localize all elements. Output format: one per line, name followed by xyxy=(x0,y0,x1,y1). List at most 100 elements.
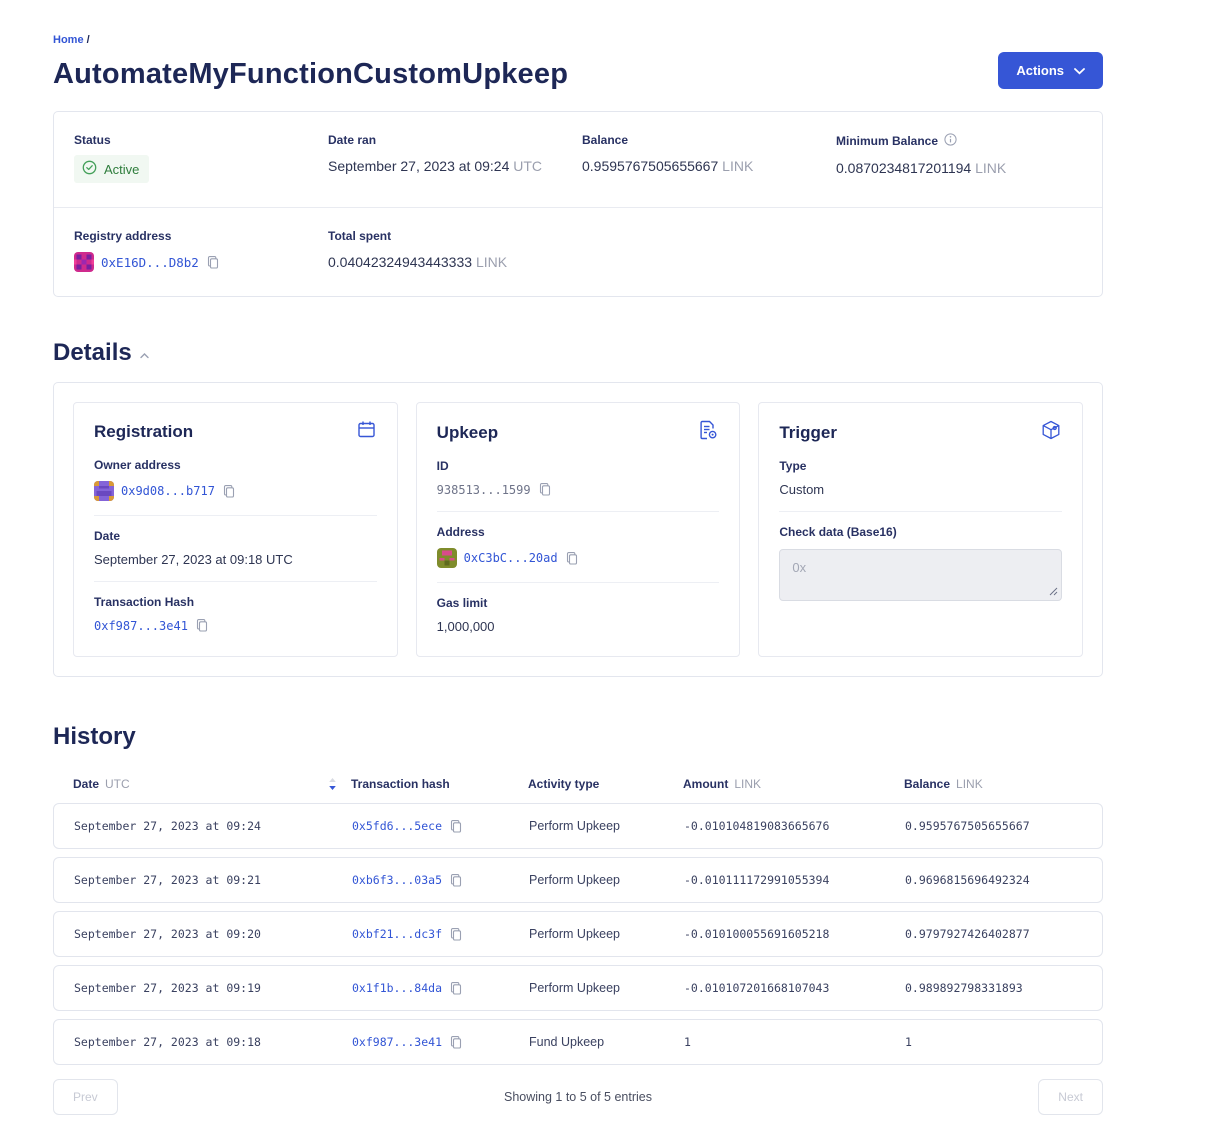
row-amount: 1 xyxy=(684,1035,905,1049)
row-activity-type: Perform Upkeep xyxy=(529,927,684,941)
min-balance-label: Minimum Balance xyxy=(836,134,938,148)
breadcrumb-separator: / xyxy=(87,34,90,46)
column-date-label: Date xyxy=(73,777,99,791)
row-tx-hash-link[interactable]: 0xf987...3e41 xyxy=(352,1035,442,1049)
row-activity-type: Perform Upkeep xyxy=(529,819,684,833)
upkeep-address-identicon xyxy=(437,548,457,568)
info-icon[interactable] xyxy=(944,133,957,149)
sort-arrows-icon[interactable] xyxy=(328,777,337,791)
pagination: Prev Showing 1 to 5 of 5 entries Next xyxy=(53,1079,1103,1127)
copy-icon[interactable] xyxy=(449,873,463,888)
actions-button[interactable]: Actions xyxy=(998,52,1103,89)
status-cell: Status Active xyxy=(54,133,308,183)
upkeep-id-value: 938513...1599 xyxy=(437,483,531,497)
column-date-unit: UTC xyxy=(105,777,130,791)
upkeep-address-label: Address xyxy=(437,525,720,539)
owner-identicon xyxy=(94,481,114,501)
row-amount: -0.010100055691605218 xyxy=(684,927,905,941)
column-amount[interactable]: Amount LINK xyxy=(683,777,904,791)
balance-cell: Balance 0.9595767505655667 LINK xyxy=(562,133,816,183)
history-row: September 27, 2023 at 09:210xb6f3...03a5… xyxy=(53,857,1103,903)
copy-icon[interactable] xyxy=(449,981,463,996)
row-tx-hash-link[interactable]: 0x5fd6...5ece xyxy=(352,819,442,833)
history-rows: September 27, 2023 at 09:240x5fd6...5ece… xyxy=(53,803,1103,1065)
column-balance[interactable]: Balance LINK xyxy=(904,777,1103,791)
total-spent-value: 0.04042324943443333 xyxy=(328,254,472,270)
row-balance: 0.989892798331893 xyxy=(905,981,1102,995)
copy-icon[interactable] xyxy=(195,618,209,633)
total-spent-unit: LINK xyxy=(476,254,507,270)
min-balance-value: 0.0870234817201194 xyxy=(836,160,971,176)
next-button[interactable]: Next xyxy=(1038,1079,1103,1115)
transaction-hash-field: Transaction Hash 0xf987...3e41 xyxy=(94,582,377,637)
total-spent-cell: Total spent 0.04042324943443333 LINK xyxy=(308,229,562,272)
column-transaction-hash[interactable]: Transaction hash xyxy=(351,777,528,791)
row-tx-hash-link[interactable]: 0xbf21...dc3f xyxy=(352,927,442,941)
row-balance: 0.9696815696492324 xyxy=(905,873,1102,887)
cube-icon xyxy=(1040,419,1062,446)
history-row: September 27, 2023 at 09:190x1f1b...84da… xyxy=(53,965,1103,1011)
check-data-field: Check data (Base16) xyxy=(779,512,1062,610)
column-activity-type[interactable]: Activity type xyxy=(528,777,683,791)
row-amount: -0.010111172991055394 xyxy=(684,873,905,887)
copy-icon[interactable] xyxy=(449,1035,463,1050)
copy-icon[interactable] xyxy=(538,482,552,497)
row-tx-hash-link[interactable]: 0x1f1b...84da xyxy=(352,981,442,995)
pagination-summary: Showing 1 to 5 of 5 entries xyxy=(504,1090,652,1104)
calendar-icon xyxy=(356,419,377,445)
status-label: Status xyxy=(74,133,308,147)
copy-icon[interactable] xyxy=(449,819,463,834)
check-data-label: Check data (Base16) xyxy=(779,525,1062,539)
row-tx-hash-link[interactable]: 0xb6f3...03a5 xyxy=(352,873,442,887)
chevron-down-icon xyxy=(1074,63,1085,78)
registry-address-link[interactable]: 0xE16D...D8b2 xyxy=(101,255,199,270)
row-date: September 27, 2023 at 09:21 xyxy=(74,873,352,887)
history-table-header: Date UTC Transaction hash Activity type … xyxy=(53,765,1103,803)
row-date: September 27, 2023 at 09:20 xyxy=(74,927,352,941)
trigger-title: Trigger xyxy=(779,423,837,443)
check-data-input[interactable] xyxy=(779,549,1062,601)
copy-icon[interactable] xyxy=(222,484,236,499)
details-heading: Details xyxy=(53,339,132,367)
check-circle-icon xyxy=(82,160,97,178)
history-heading: History xyxy=(53,723,136,751)
registration-card: Registration Owner address 0x9d08...b717 xyxy=(73,402,398,657)
breadcrumb-home-link[interactable]: Home xyxy=(53,34,84,46)
chevron-up-icon[interactable] xyxy=(140,353,149,359)
owner-address-link[interactable]: 0x9d08...b717 xyxy=(121,484,215,498)
upkeep-address-field: Address 0xC3bC...20ad xyxy=(437,512,720,583)
registry-identicon xyxy=(74,252,94,272)
row-activity-type: Perform Upkeep xyxy=(529,981,684,995)
date-ran-cell: Date ran September 27, 2023 at 09:24 UTC xyxy=(308,133,562,183)
upkeep-id-field: ID 938513...1599 xyxy=(437,446,720,512)
gas-limit-label: Gas limit xyxy=(437,596,720,610)
page-container: Home/ AutomateMyFunctionCustomUpkeep Act… xyxy=(53,0,1103,1127)
date-ran-utc: UTC xyxy=(513,158,542,174)
row-activity-type: Perform Upkeep xyxy=(529,873,684,887)
column-date[interactable]: Date UTC xyxy=(73,777,351,791)
details-panel: Registration Owner address 0x9d08...b717 xyxy=(53,382,1103,677)
date-ran-value: September 27, 2023 at 09:24 xyxy=(328,158,509,174)
min-balance-cell: Minimum Balance 0.0870234817201194 LINK xyxy=(816,133,1070,183)
copy-icon[interactable] xyxy=(565,551,579,566)
registration-date-field: Date September 27, 2023 at 09:18 UTC xyxy=(94,516,377,582)
registration-title: Registration xyxy=(94,422,193,442)
upkeep-address-link[interactable]: 0xC3bC...20ad xyxy=(464,551,558,565)
title-bar: AutomateMyFunctionCustomUpkeep Actions xyxy=(53,52,1103,91)
prev-button[interactable]: Prev xyxy=(53,1079,118,1115)
copy-icon[interactable] xyxy=(206,255,220,270)
actions-button-label: Actions xyxy=(1016,63,1064,78)
gas-limit-field: Gas limit 1,000,000 xyxy=(437,583,720,638)
owner-address-field: Owner address 0x9d08...b717 xyxy=(94,445,377,516)
status-badge-text: Active xyxy=(104,162,139,177)
copy-icon[interactable] xyxy=(449,927,463,942)
total-spent-label: Total spent xyxy=(328,229,562,243)
registration-date-value: September 27, 2023 at 09:18 UTC xyxy=(94,552,377,567)
row-date: September 27, 2023 at 09:24 xyxy=(74,819,352,833)
transaction-hash-link[interactable]: 0xf987...3e41 xyxy=(94,619,188,633)
status-badge: Active xyxy=(74,155,149,183)
upkeep-id-label: ID xyxy=(437,459,720,473)
row-balance: 0.9595767505655667 xyxy=(905,819,1102,833)
column-balance-unit: LINK xyxy=(956,777,983,791)
history-row: September 27, 2023 at 09:200xbf21...dc3f… xyxy=(53,911,1103,957)
